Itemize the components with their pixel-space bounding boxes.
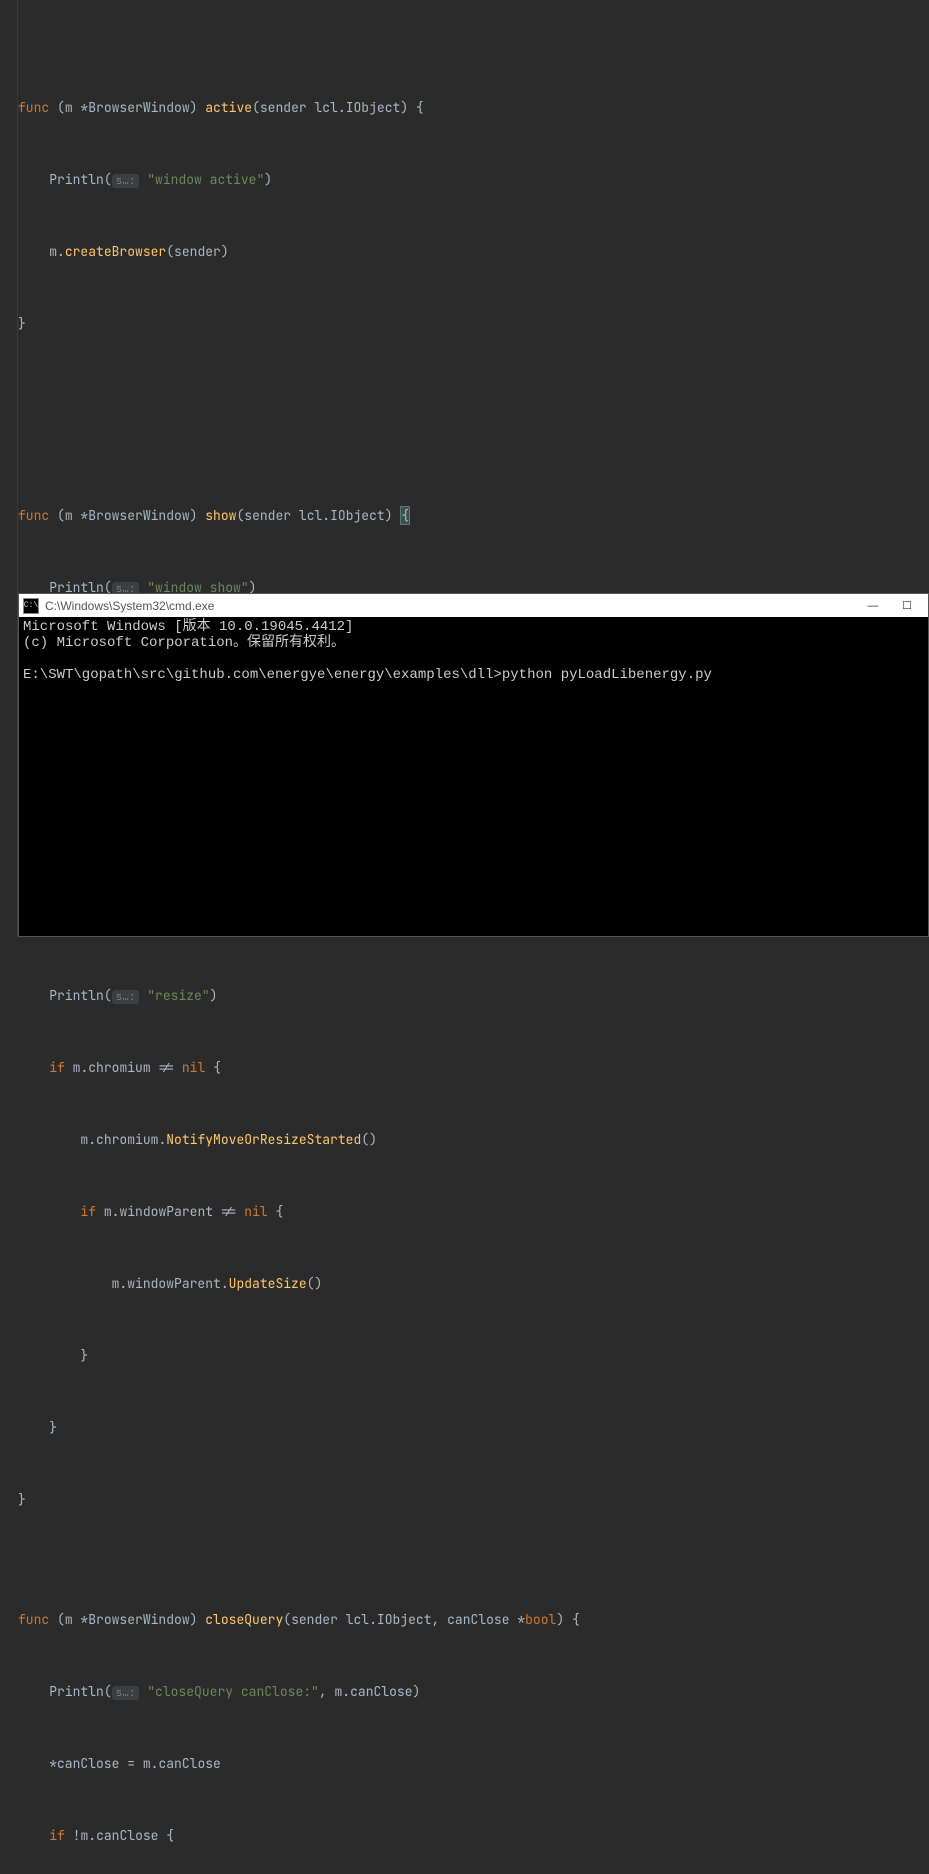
cmd-prompt-line: E:\SWT\gopath\src\github.com\energye\ene… [23,667,712,683]
cmd-output[interactable]: Microsoft Windows [版本 10.0.19045.4412] (… [19,617,928,936]
minimize-button[interactable]: — [856,595,890,617]
bracket-highlight: { [400,506,410,525]
code-line: Println(s…: "resize") [18,984,929,1008]
code-line: } [18,1416,929,1440]
code-line: m.chromium.NotifyMoveOrResizeStarted() [18,1128,929,1152]
cmd-window[interactable]: C:\ C:\Windows\System32\cmd.exe — ☐ Micr… [18,593,929,937]
cmd-title: C:\Windows\System32\cmd.exe [45,599,856,613]
cmd-line: Microsoft Windows [版本 10.0.19045.4412] [23,619,353,635]
cmd-line: (c) Microsoft Corporation。保留所有权利。 [23,635,345,651]
code-line: Println(s…: "window active") [18,168,929,192]
code-line [18,384,929,408]
cmd-titlebar[interactable]: C:\ C:\Windows\System32\cmd.exe — ☐ [19,594,928,617]
code-line: } [18,1488,929,1512]
code-line: if !m.canClose { [18,1824,929,1848]
param-hint: s…: [112,174,140,188]
maximize-button[interactable]: ☐ [890,595,924,617]
code-line: func (m *BrowserWindow) active(sender lc… [18,96,929,120]
code-line: Println(s…: "closeQuery canClose:", m.ca… [18,1680,929,1704]
code-line: m.windowParent.UpdateSize() [18,1272,929,1296]
code-line: } [18,1344,929,1368]
gutter [0,0,18,937]
code-line: if m.windowParent != nil { [18,1200,929,1224]
code-line: *canClose = m.canClose [18,1752,929,1776]
cmd-icon: C:\ [23,598,39,614]
code-line: func (m *BrowserWindow) show(sender lcl.… [18,504,929,528]
code-line: if m.chromium != nil { [18,1056,929,1080]
code-line: func (m *BrowserWindow) closeQuery(sende… [18,1608,929,1632]
param-hint: s…: [112,1686,140,1700]
window-controls: — ☐ [856,595,924,617]
param-hint: s…: [112,990,140,1004]
code-line: } [18,312,929,336]
code-line: m.createBrowser(sender) [18,240,929,264]
